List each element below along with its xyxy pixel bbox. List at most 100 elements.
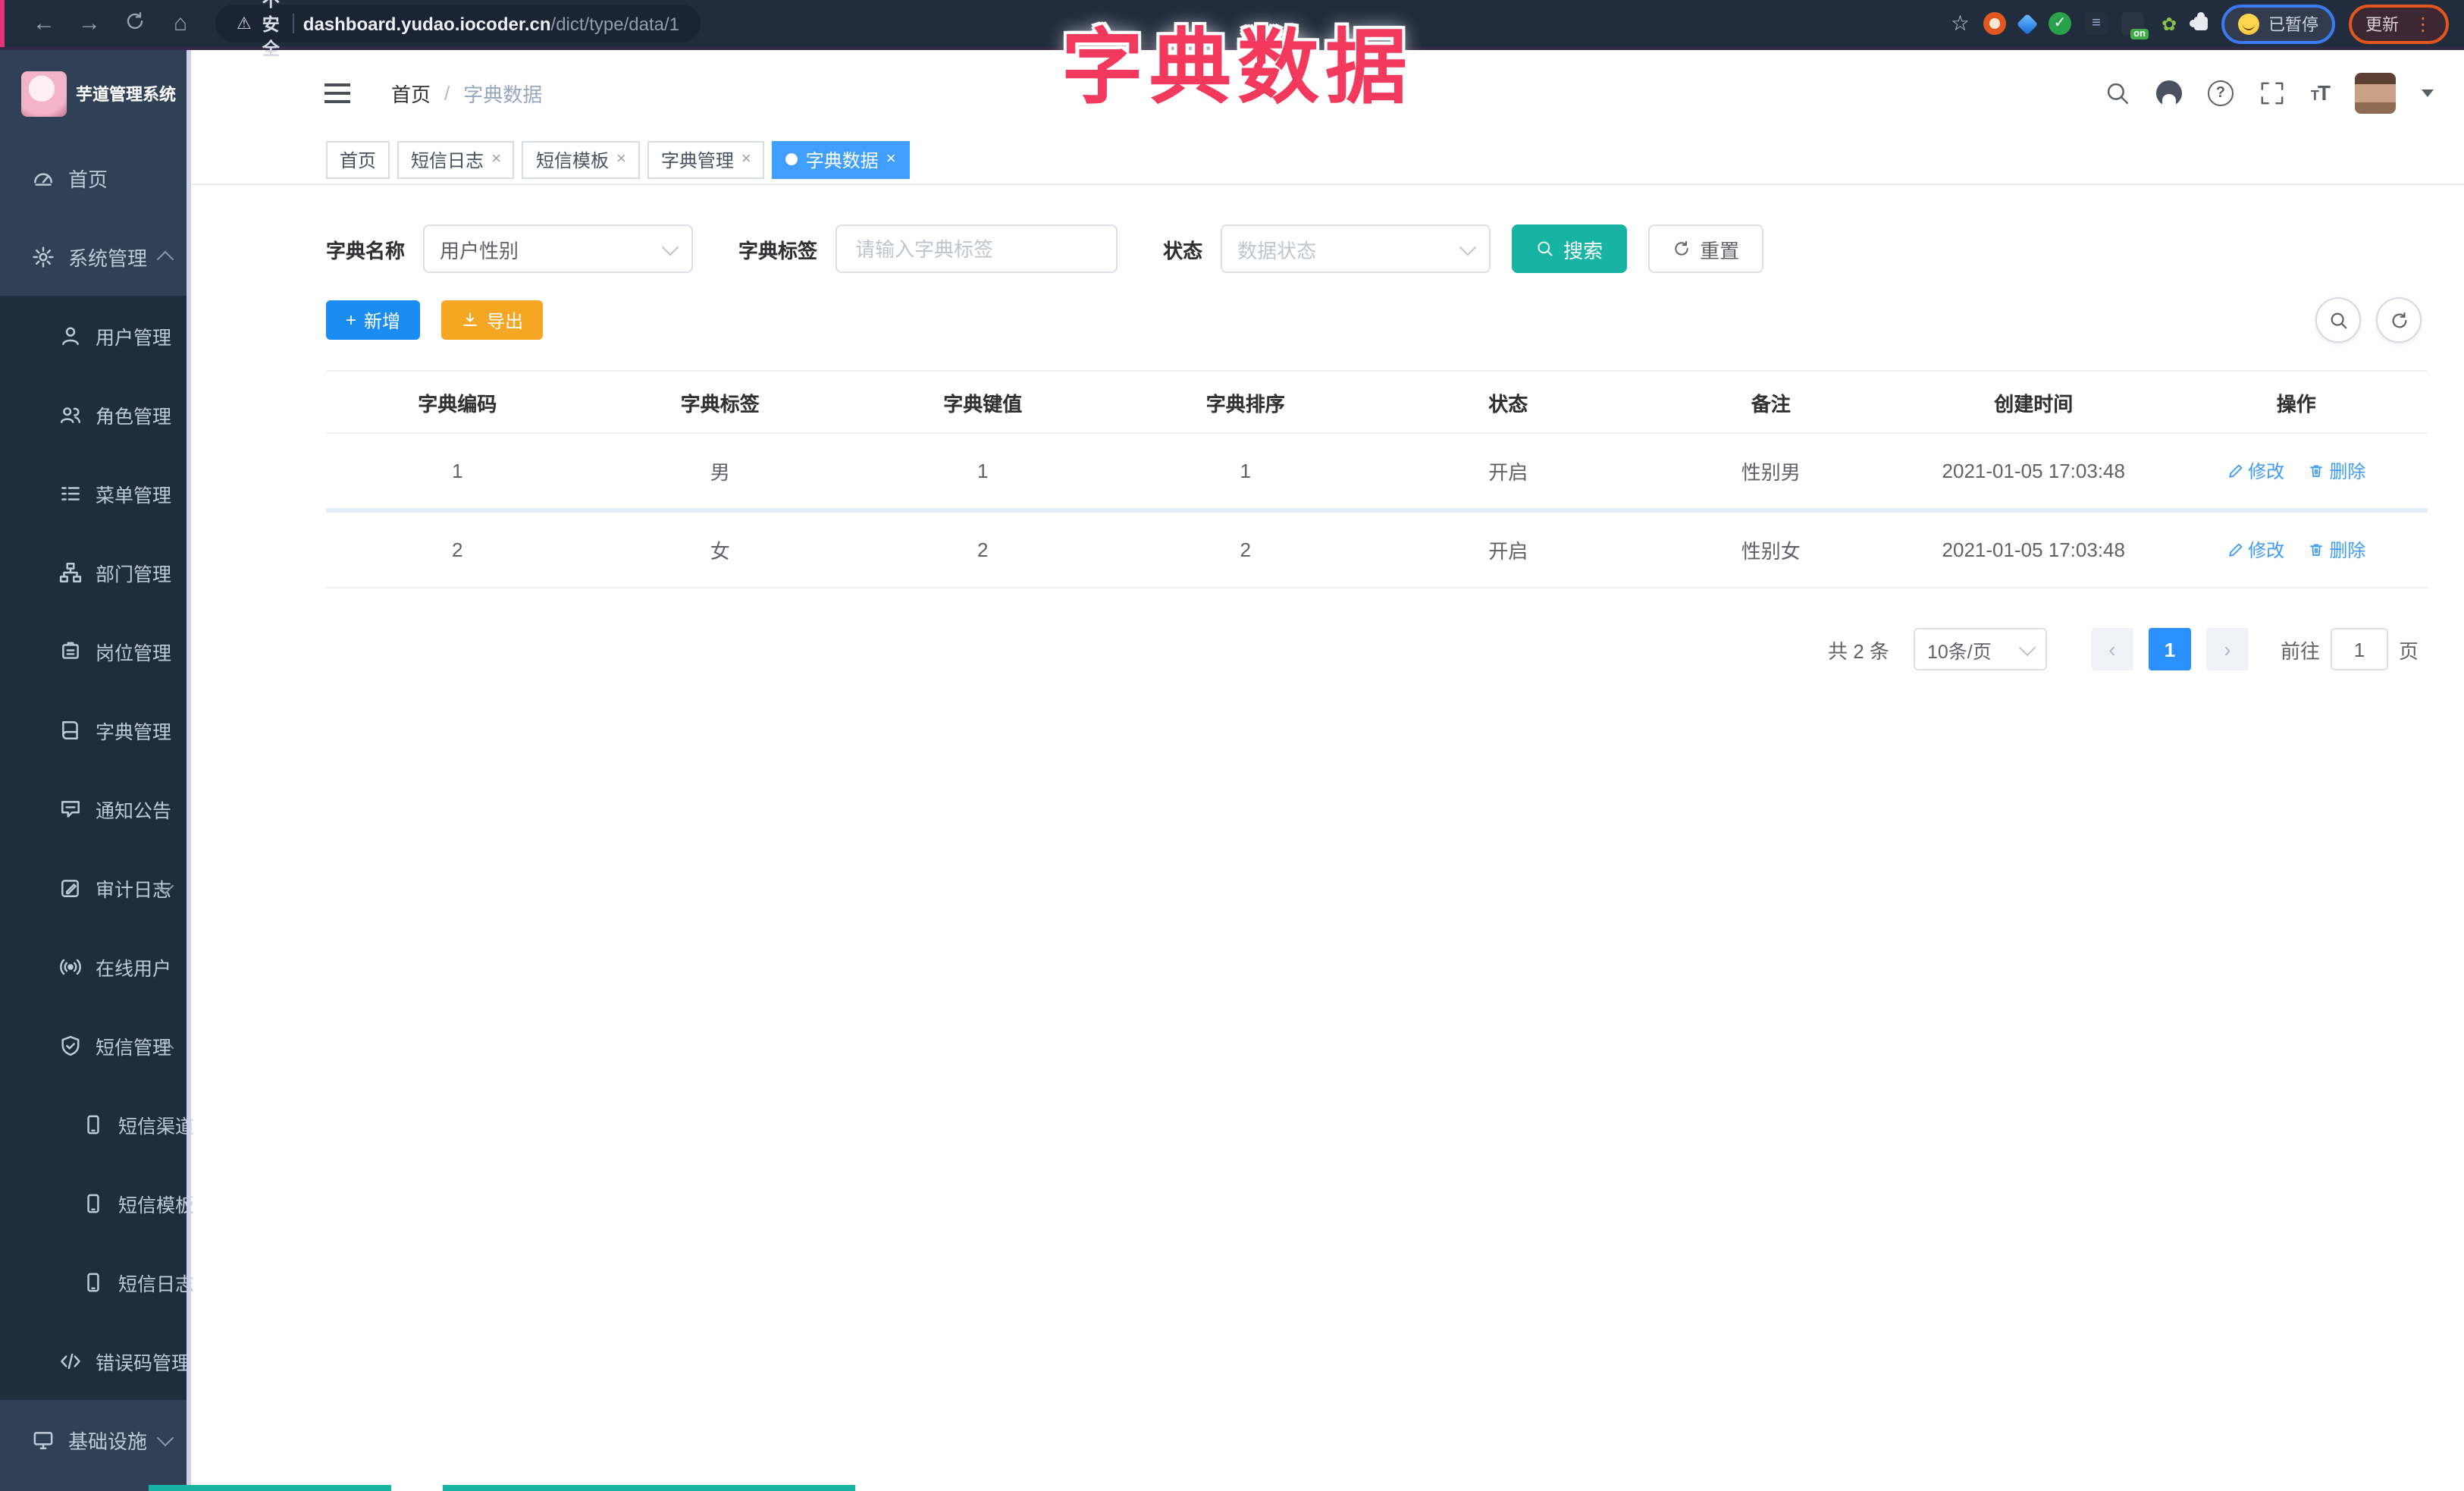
- sidebar-item-label: 部门管理: [96, 563, 172, 585]
- app-layout: 芋道管理系统 首页 系统管理 用户管理 角色管理 菜单管理 部门管理 岗位管理 …: [0, 50, 2464, 1491]
- table-header-row: 字典编码 字典标签 字典键值 字典排序 状态 备注 创建时间 操作: [326, 370, 2428, 434]
- fullscreen-icon[interactable]: [2259, 80, 2285, 105]
- table-row: 2 女 2 2 开启 性别女 2021-01-05 17:03:48 修改 删除: [326, 510, 2428, 589]
- extensions-puzzle-icon[interactable]: [2190, 12, 2208, 30]
- bookmark-star-icon[interactable]: ☆: [1951, 11, 1970, 36]
- app-logo-row[interactable]: 芋道管理系统: [0, 50, 191, 138]
- edit-link-label: 修改: [2248, 461, 2285, 482]
- sidebar-item-online-users[interactable]: 在线用户: [0, 927, 191, 1006]
- export-button[interactable]: 导出: [441, 300, 544, 340]
- browser-menu-icon[interactable]: ⋮: [2414, 14, 2432, 33]
- sidebar-item-home[interactable]: 首页: [0, 138, 191, 217]
- tab-dict-manage[interactable]: 字典管理 ×: [647, 140, 765, 178]
- close-icon[interactable]: ×: [491, 150, 501, 168]
- extension-bars-icon[interactable]: ≡: [2085, 12, 2108, 35]
- tab-label: 字典管理: [660, 149, 734, 171]
- edit-link[interactable]: 修改: [2227, 458, 2284, 484]
- delete-link[interactable]: 删除: [2308, 537, 2365, 563]
- overlay-page-title: 字典数据: [1061, 23, 1413, 114]
- font-size-icon[interactable]: TT: [2311, 80, 2331, 105]
- user-avatar[interactable]: [2355, 72, 2396, 113]
- tab-label: 首页: [340, 149, 377, 171]
- extension-switch-icon[interactable]: on: [2121, 12, 2149, 39]
- col-created: 创建时间: [1902, 370, 2165, 434]
- sidebar-item-dicts[interactable]: 字典管理: [0, 690, 191, 769]
- tab-label: 短信模板: [535, 149, 609, 171]
- browser-update-pill[interactable]: 更新 ⋮: [2349, 4, 2449, 43]
- page-size-select[interactable]: 10条/页: [1913, 628, 2047, 670]
- breadcrumb-separator: /: [444, 81, 450, 104]
- breadcrumb-home[interactable]: 首页: [391, 78, 431, 107]
- goto-page-input[interactable]: [2330, 628, 2388, 670]
- tab-home[interactable]: 首页: [326, 140, 390, 178]
- reset-button-label: 重置: [1700, 239, 1740, 262]
- search-button[interactable]: 搜索: [1512, 224, 1628, 273]
- goto-label: 前往: [2280, 639, 2320, 662]
- reset-button[interactable]: 重置: [1648, 224, 1764, 273]
- edit-link[interactable]: 修改: [2227, 537, 2284, 563]
- plus-icon: +: [346, 309, 357, 331]
- sidebar-item-roles[interactable]: 角色管理: [0, 375, 191, 454]
- sidebar-item-label: 错误码管理: [96, 1352, 191, 1373]
- sidebar-item-label: 短信渠道: [118, 1116, 195, 1137]
- hamburger-icon[interactable]: [324, 83, 350, 102]
- close-icon[interactable]: ×: [616, 150, 626, 168]
- sidebar-item-users[interactable]: 用户管理: [0, 296, 191, 375]
- sidebar-item-infrastructure[interactable]: 基础设施: [0, 1400, 191, 1479]
- extension-leaf-icon[interactable]: ✿: [2158, 12, 2180, 35]
- users-icon: [60, 406, 81, 422]
- sidebar-children-section: 用户管理 角色管理 菜单管理 部门管理 岗位管理 字典管理 通知公告 审计日志 …: [0, 296, 195, 1400]
- refresh-table-button[interactable]: [2376, 297, 2422, 343]
- sidebar-item-sms-channel[interactable]: 短信渠道: [0, 1085, 195, 1163]
- security-label: 不安全: [262, 0, 280, 58]
- sidebar-item-label: 基础设施: [68, 1430, 148, 1452]
- extension-orange-icon[interactable]: [1983, 12, 2006, 35]
- help-icon[interactable]: ?: [2207, 80, 2234, 105]
- sidebar-item-departments[interactable]: 部门管理: [0, 532, 191, 611]
- browser-home-button[interactable]: ⌂: [167, 12, 194, 35]
- pencil-icon: [2228, 464, 2242, 478]
- close-icon[interactable]: ×: [886, 150, 896, 168]
- sidebar-item-notices[interactable]: 通知公告: [0, 769, 191, 848]
- address-bar[interactable]: ⚠ 不安全 dashboard.yudao.iocoder.cn/dict/ty…: [215, 0, 701, 58]
- status-select[interactable]: 数据状态: [1221, 224, 1491, 273]
- sidebar-item-sms-log[interactable]: 短信日志: [0, 1242, 194, 1321]
- sidebar-item-sms[interactable]: 短信管理: [0, 1006, 191, 1085]
- toggle-search-button[interactable]: [2315, 297, 2361, 343]
- browser-reload-button[interactable]: [121, 11, 149, 36]
- sidebar-item-posts[interactable]: 岗位管理: [0, 611, 191, 690]
- prev-page-button[interactable]: ‹: [2090, 628, 2133, 670]
- sidebar-item-label: 用户管理: [96, 327, 172, 348]
- cell-created: 2021-01-05 17:03:48: [1902, 433, 2165, 513]
- extension-check-icon[interactable]: ✓: [2049, 12, 2071, 35]
- dict-name-select[interactable]: 用户性别: [423, 224, 694, 273]
- sidebar-item-menus[interactable]: 菜单管理: [0, 454, 191, 532]
- avatar-caret-icon[interactable]: [2422, 89, 2434, 96]
- browser-back-button[interactable]: ←: [30, 12, 58, 35]
- search-icon[interactable]: [2105, 80, 2130, 105]
- github-icon[interactable]: [2155, 80, 2182, 105]
- col-dict-value: 字典键值: [851, 370, 1114, 434]
- browser-forward-button[interactable]: →: [76, 12, 103, 35]
- delete-link[interactable]: 删除: [2308, 458, 2365, 484]
- online-icon: [60, 958, 81, 975]
- chat-icon: [61, 800, 80, 817]
- sidebar-item-sms-template[interactable]: 短信模板: [0, 1163, 194, 1242]
- shield-icon: [61, 1034, 80, 1056]
- dict-label-input[interactable]: [852, 236, 1102, 262]
- extension-on-badge: on: [2130, 29, 2149, 39]
- sidebar-item-audit-logs[interactable]: 审计日志: [0, 848, 191, 927]
- extension-gem-icon[interactable]: [2016, 12, 2039, 35]
- col-dict-sort: 字典排序: [1114, 370, 1377, 434]
- tab-sms-log[interactable]: 短信日志 ×: [397, 140, 515, 178]
- page-1-button[interactable]: 1: [2148, 628, 2191, 670]
- next-page-button[interactable]: ›: [2205, 628, 2249, 670]
- edit-link-label: 修改: [2248, 540, 2285, 561]
- sidebar-item-error-codes[interactable]: 错误码管理: [0, 1321, 191, 1400]
- close-icon[interactable]: ×: [741, 150, 751, 168]
- sidebar-item-system[interactable]: 系统管理: [0, 217, 191, 296]
- profile-paused-pill[interactable]: 已暂停: [2221, 4, 2335, 43]
- add-button[interactable]: + 新增: [326, 300, 421, 340]
- tab-sms-template[interactable]: 短信模板 ×: [522, 140, 640, 178]
- tab-dict-data[interactable]: 字典数据 ×: [772, 140, 910, 178]
